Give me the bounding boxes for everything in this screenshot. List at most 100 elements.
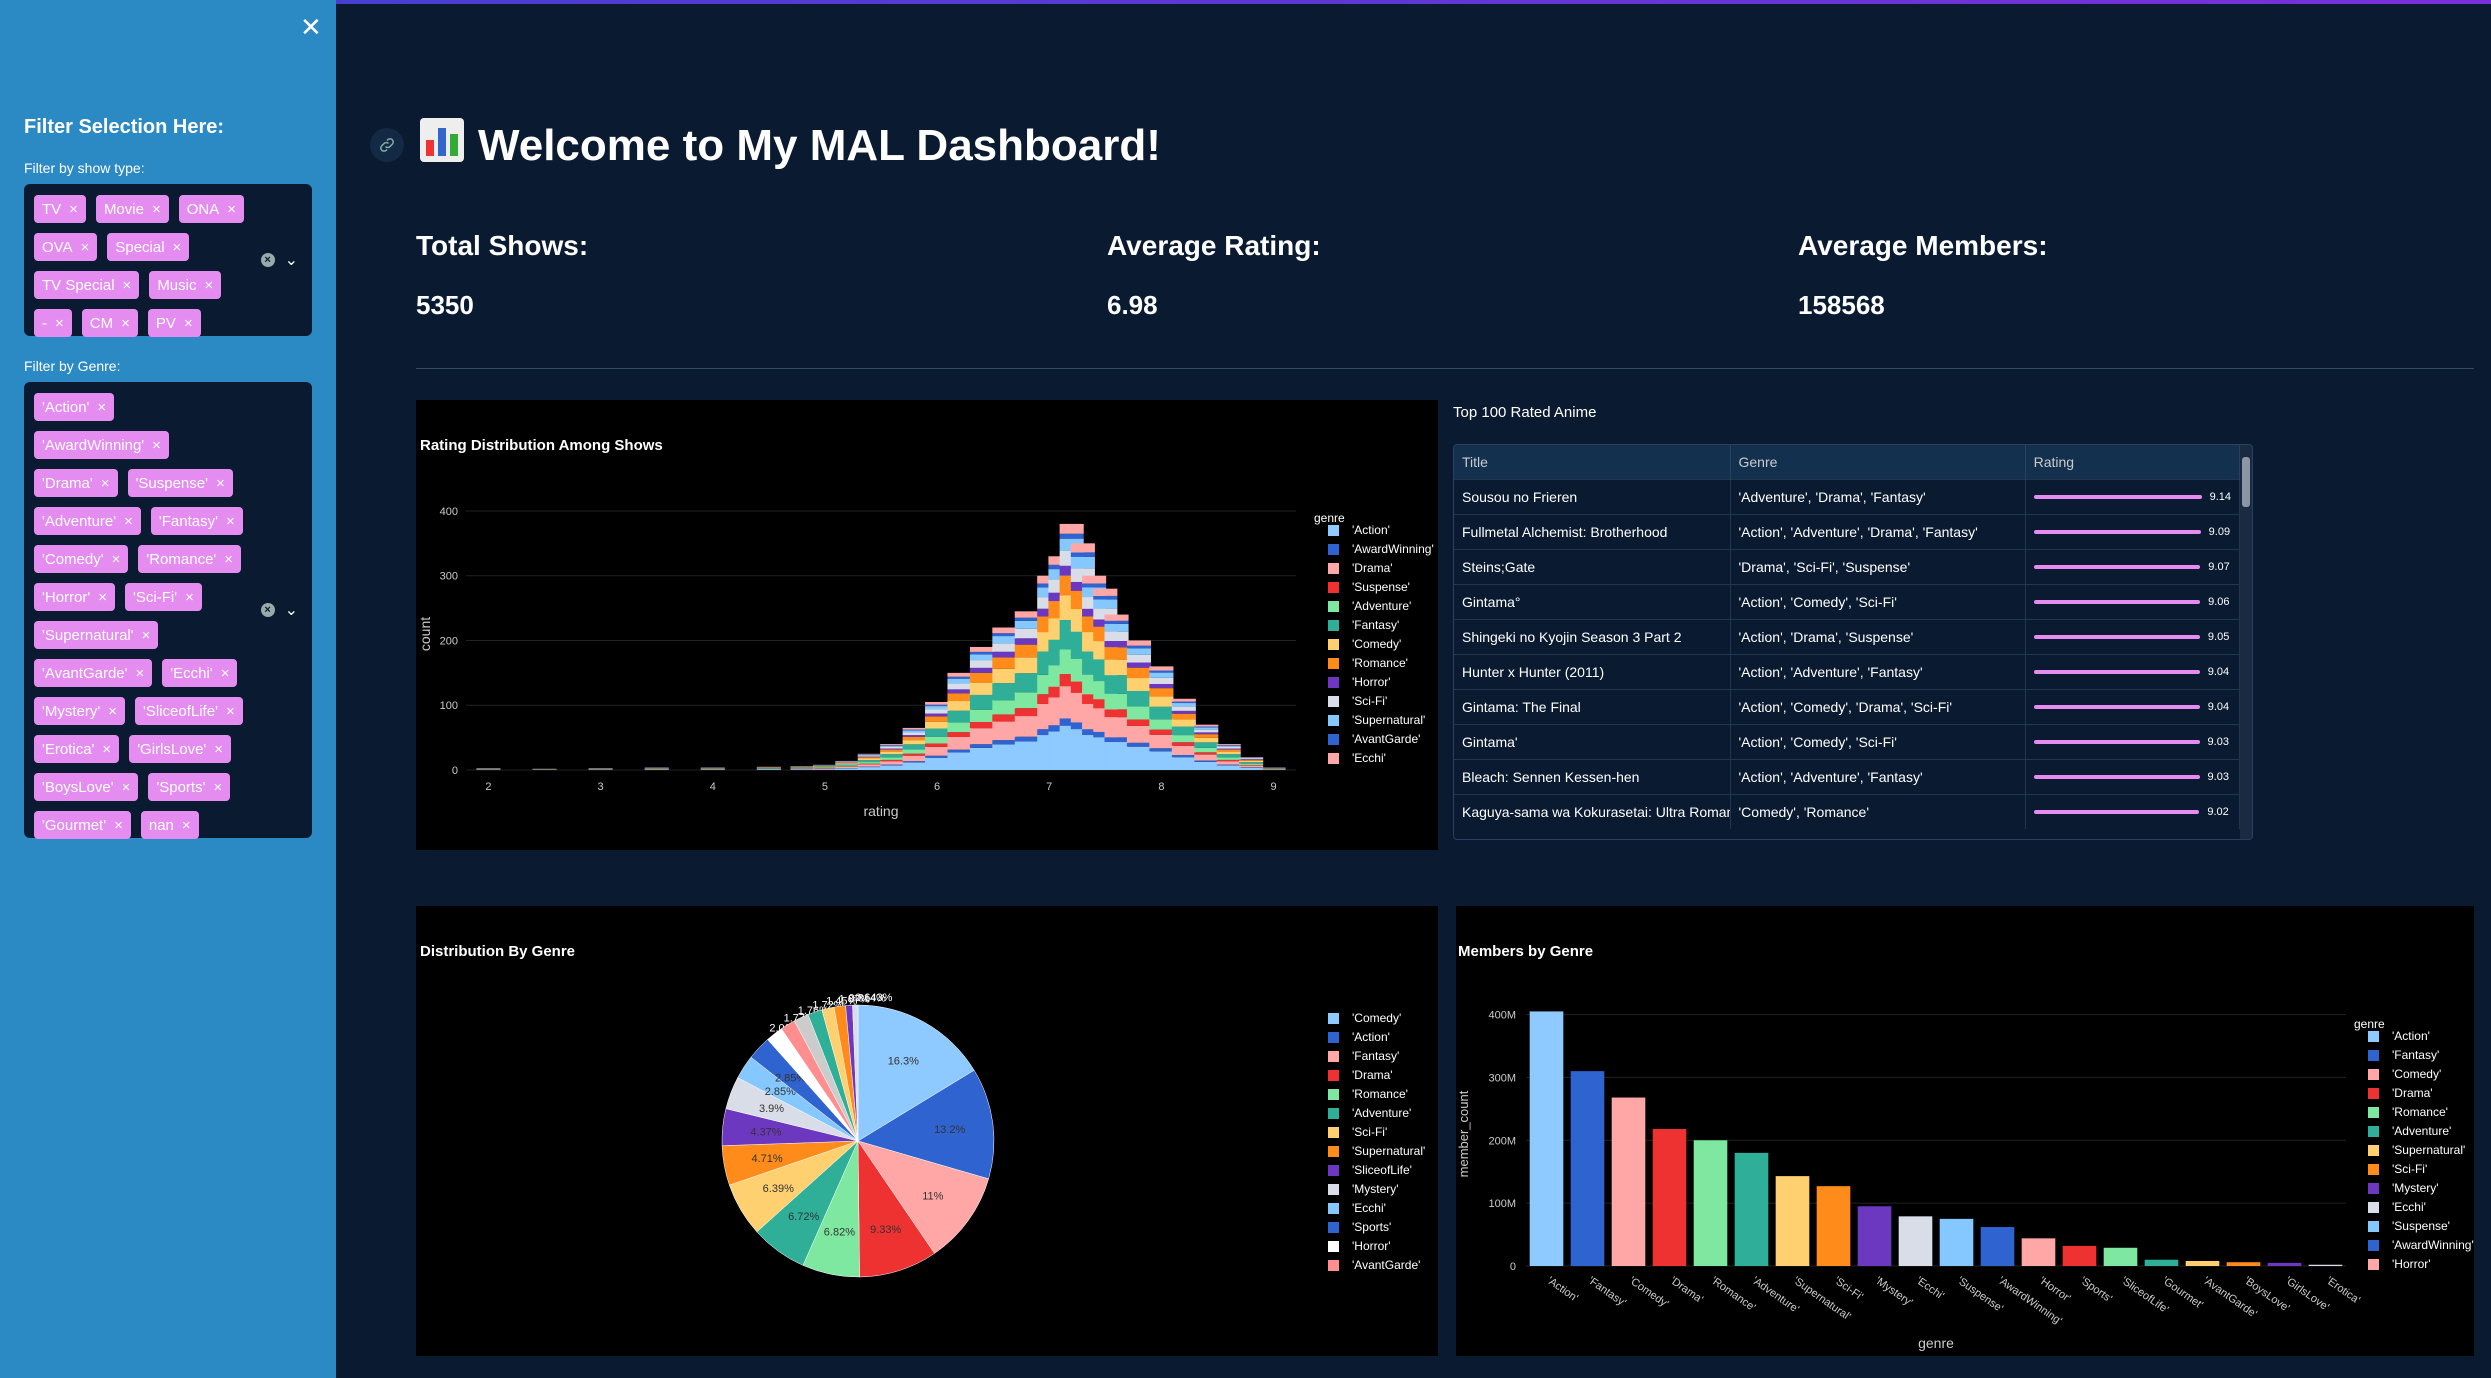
legend-swatch[interactable] (1328, 1089, 1339, 1100)
histogram-bar-segment[interactable] (857, 767, 882, 770)
histogram-bar-segment[interactable] (969, 728, 994, 745)
histogram-bar-segment[interactable] (902, 753, 927, 756)
remove-tag-icon[interactable]: × (98, 589, 107, 606)
histogram-bar-segment[interactable] (902, 735, 927, 737)
histogram-bar-segment[interactable] (857, 757, 882, 759)
histogram-bar-segment[interactable] (1093, 599, 1118, 609)
histogram-bar-segment[interactable] (1126, 645, 1152, 649)
histogram-bar-segment[interactable] (1126, 725, 1152, 743)
legend-swatch[interactable] (1328, 1260, 1339, 1271)
legend-item[interactable]: 'Action' (1352, 1030, 1390, 1044)
histogram-bar-segment[interactable] (1126, 742, 1152, 747)
histogram-bar-segment[interactable] (947, 678, 972, 684)
histogram-bar-segment[interactable] (992, 636, 1017, 644)
histogram-bar-segment[interactable] (1171, 698, 1196, 702)
column-header[interactable]: Rating (2025, 445, 2241, 479)
histogram-bar-segment[interactable] (1104, 614, 1129, 621)
histogram-bar-segment[interactable] (1194, 747, 1219, 753)
legend-swatch[interactable] (1328, 525, 1339, 536)
histogram-bar-segment[interactable] (902, 762, 927, 770)
remove-tag-icon[interactable]: × (184, 315, 193, 332)
column-header[interactable]: Title (1454, 445, 1731, 479)
histogram-bar-segment[interactable] (925, 743, 950, 747)
histogram-bar-segment[interactable] (902, 740, 927, 745)
histogram-bar-segment[interactable] (1171, 719, 1196, 727)
histogram-bar-segment[interactable] (1014, 716, 1039, 737)
histogram-bar-segment[interactable] (1216, 765, 1241, 770)
legend-item[interactable]: 'Ecchi' (1352, 751, 1386, 765)
histogram-bar-segment[interactable] (835, 764, 860, 766)
histogram-bar-segment[interactable] (1126, 648, 1152, 655)
legend-item[interactable]: 'Horror' (2392, 1257, 2431, 1271)
histogram-bar-segment[interactable] (1126, 678, 1152, 691)
histogram-bar-segment[interactable] (1149, 729, 1174, 735)
legend-item[interactable]: 'Action' (2392, 1029, 2430, 1043)
table-row[interactable]: Gintama° 'Action', 'Comedy', 'Sci-Fi' 9.06 (1454, 583, 2241, 619)
remove-tag-icon[interactable]: × (123, 277, 132, 294)
histogram-bar-segment[interactable] (857, 760, 882, 763)
histogram-bar-segment[interactable] (1239, 767, 1264, 770)
remove-tag-icon[interactable]: × (226, 703, 235, 720)
histogram-bar-segment[interactable] (857, 753, 882, 755)
genre-tag[interactable]: 'AvantGarde' × (34, 659, 153, 687)
histogram-bar-segment[interactable] (1014, 708, 1039, 717)
genre-tag[interactable]: 'Comedy' × (34, 545, 129, 573)
legend-swatch[interactable] (2368, 1240, 2379, 1251)
histogram-bar-segment[interactable] (925, 702, 950, 705)
remove-tag-icon[interactable]: × (97, 399, 106, 416)
histogram-bar-segment[interactable] (1194, 752, 1219, 755)
table-row[interactable]: Gintama' 'Action', 'Comedy', 'Sci-Fi' 9.03 (1454, 723, 2241, 759)
legend-item[interactable]: 'Horror' (1352, 675, 1391, 689)
histogram-bar-segment[interactable] (947, 722, 972, 733)
legend-swatch[interactable] (2368, 1088, 2379, 1099)
legend-item[interactable]: 'Ecchi' (1352, 1201, 1386, 1215)
histogram-bar-segment[interactable] (1126, 706, 1152, 720)
member-bar[interactable] (2267, 1262, 2302, 1266)
histogram-bar-segment[interactable] (1239, 759, 1264, 761)
genre-tag[interactable]: 'Suspense' × (127, 469, 233, 497)
histogram-bar-segment[interactable] (925, 736, 950, 744)
histogram-bar-segment[interactable] (880, 757, 905, 760)
clear-icon[interactable]: × (260, 253, 275, 267)
histogram-bar-segment[interactable] (1171, 726, 1196, 736)
histogram-bar-segment[interactable] (857, 764, 882, 767)
histogram-bar-segment[interactable] (1070, 556, 1095, 569)
histogram-bar-segment[interactable] (947, 732, 972, 737)
legend-swatch[interactable] (2368, 1259, 2379, 1270)
histogram-bar-segment[interactable] (1104, 623, 1129, 632)
histogram-bar-segment[interactable] (969, 682, 994, 695)
histogram-bar-segment[interactable] (1014, 628, 1039, 639)
histogram-bar-segment[interactable] (1126, 662, 1152, 668)
histogram-bar-segment[interactable] (812, 766, 837, 768)
histogram-bar-segment[interactable] (1104, 693, 1129, 710)
genre-tag[interactable]: 'Action' × (34, 393, 115, 421)
remove-tag-icon[interactable]: × (173, 239, 182, 256)
histogram-bar-segment[interactable] (1149, 719, 1174, 730)
histogram-bar-segment[interactable] (812, 766, 837, 767)
histogram-bar-segment[interactable] (947, 752, 972, 770)
histogram-bar-segment[interactable] (992, 714, 1017, 722)
genre-tag[interactable]: 'Gourmet' × (34, 811, 131, 839)
histogram-bar-segment[interactable] (969, 709, 994, 723)
histogram-bar-segment[interactable] (969, 660, 994, 668)
histogram-bar-segment[interactable] (992, 657, 1017, 669)
histogram-bar-segment[interactable] (1171, 710, 1196, 714)
histogram-bar-segment[interactable] (880, 761, 905, 765)
histogram-bar-segment[interactable] (1171, 757, 1196, 770)
remove-tag-icon[interactable]: × (136, 665, 145, 682)
histogram-bar-segment[interactable] (902, 761, 927, 763)
histogram-bar-segment[interactable] (1104, 709, 1129, 718)
member-bar[interactable] (1857, 1206, 1892, 1266)
legend-item[interactable]: 'Fantasy' (1352, 1049, 1399, 1063)
histogram-bar-segment[interactable] (1216, 764, 1241, 766)
legend-item[interactable]: 'AvantGarde' (1352, 732, 1420, 746)
histogram-bar-segment[interactable] (1149, 751, 1174, 770)
legend-item[interactable]: 'Drama' (1352, 561, 1393, 575)
histogram-bar-segment[interactable] (857, 763, 882, 765)
histogram-bar-segment[interactable] (969, 667, 994, 673)
histogram-bar-segment[interactable] (790, 769, 815, 770)
histogram-bar-segment[interactable] (1171, 735, 1196, 743)
table-row[interactable]: Gintama: The Final 'Action', 'Comedy', 'D… (1454, 688, 2241, 724)
legend-swatch[interactable] (2368, 1126, 2379, 1137)
histogram-bar-segment[interactable] (1093, 588, 1118, 596)
